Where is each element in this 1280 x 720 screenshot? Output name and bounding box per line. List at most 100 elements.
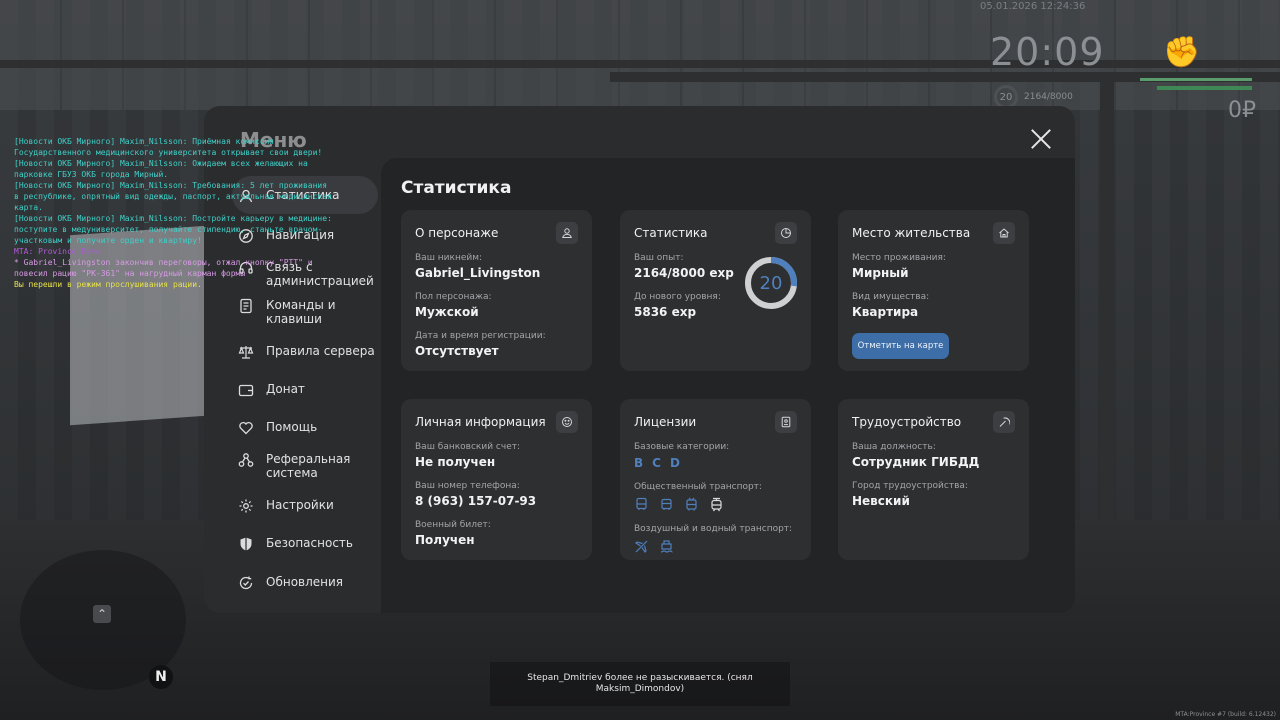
residence-label: Место проживания: [852,253,946,263]
sidebar-item-label: Безопасность [266,536,353,550]
health-bar [1140,78,1252,81]
hud-time: 20:09 [990,30,1105,74]
sidebar-item-updates[interactable]: Обновления [238,575,378,591]
north-indicator: N [149,665,173,689]
house-icon [993,222,1015,244]
scales-icon [238,344,254,360]
category-b: B [634,456,644,470]
card-personal: Личная информация Ваш банковский счет: Н… [401,399,592,560]
card-title: О персонаже [415,226,499,240]
residence-value: Мирный [852,266,909,280]
air-water-transport-label: Воздушный и водный транспорт: [634,524,793,534]
property-label: Вид имущества: [852,292,930,302]
registration-label: Дата и время регистрации: [415,331,546,341]
sidebar-item-label: Команды и клавиши [266,298,336,326]
air-water-transport-icons [634,539,797,554]
bank-value: Не получен [415,455,496,469]
sidebar-item-label: Донат [266,382,305,396]
nickname-value: Gabriel_Livingston [415,266,541,280]
tram-icon [711,497,722,512]
bank-label: Ваш банковский счет: [415,442,521,452]
gear-icon [238,498,254,514]
position-value: Сотрудник ГИБДД [852,455,980,469]
gender-value: Мужской [415,305,479,319]
position-label: Ваша должность: [852,442,936,452]
level-progress-ring: 20 [744,256,798,310]
public-transport-icons [634,497,797,512]
panel-title: Статистика [401,178,512,198]
chat-line: [Новости ОКБ Мирного] Maxim_Nilsson: При… [14,137,323,157]
pie-chart-icon [775,222,797,244]
refresh-check-icon [238,575,254,591]
armor-bar [1157,86,1252,90]
military-label: Военный билет: [415,520,491,530]
menu-window: Меню Статистика Навигация Связь с админи… [204,106,1075,613]
chat-line: Вы перешли в режим прослушивания рации. [14,280,202,289]
minimap: ⌃ N [20,550,186,690]
trolleybus-icon [686,497,697,511]
mark-on-map-button[interactable]: Отметить на карте [852,333,949,359]
pickaxe-icon [993,411,1015,433]
network-icon [238,452,254,468]
sidebar-item-commands[interactable]: Команды и клавиши [238,298,378,326]
sidebar-item-label: Правила сервера [266,344,375,358]
card-employment: Трудоустройство Ваша должность: Сотрудни… [838,399,1029,560]
hud-date: 05.01.2026 12:24:36 [980,1,1086,12]
card-title: Статистика [634,226,708,240]
ship-icon [660,540,673,553]
card-title: Место жительства [852,226,971,240]
license-categories: B C D [634,456,797,470]
wallet-icon [238,382,254,398]
card-licenses: Лицензии Базовые категории: B C D Общест… [620,399,811,560]
sidebar-item-rules[interactable]: Правила сервера [238,344,378,360]
card-title: Лицензии [634,415,697,429]
category-d: D [669,456,680,470]
level-number: 20 [759,272,783,294]
card-experience: Статистика Ваш опыт: 2164/8000 exp До но… [620,210,811,371]
support-pillar [1100,80,1114,520]
sidebar-item-security[interactable]: Безопасность [238,536,378,552]
chat-line: [Новости ОКБ Мирного] Maxim_Nilsson: Ожи… [14,159,308,179]
card-title: Трудоустройство [852,415,962,429]
chat-line: [Новости ОКБ Мирного] Maxim_Nilsson: Пос… [14,214,332,245]
user-icon [556,222,578,244]
airplane-icon [635,540,648,553]
sidebar-item-help[interactable]: Помощь [238,420,378,436]
registration-value: Отсутствует [415,344,499,358]
sidebar-item-label: Обновления [266,575,344,589]
sidebar-item-referral[interactable]: Реферальная система [238,452,378,480]
build-version: MTA:Province #7 (build: 6.12432) [1175,711,1276,718]
smile-icon [556,411,578,433]
player-arrow-icon: ⌃ [93,605,111,623]
nickname-label: Ваш никнейм: [415,253,483,263]
gender-label: Пол персонажа: [415,292,492,302]
statistics-panel: Статистика О персонаже Ваш никнейм: Gabr… [381,158,1075,613]
sidebar-item-settings[interactable]: Настройки [238,498,378,514]
chat-line: [Новости ОКБ Мирного] Maxim_Nilsson: Тре… [14,181,332,212]
public-transport-label: Общественный транспорт: [634,482,762,492]
document-icon [238,298,254,314]
hud-xp: 2164/8000 [1024,92,1073,102]
hud-money: 0₽ [1228,98,1256,123]
chat-log: [Новости ОКБ Мирного] Maxim_Nilsson: При… [14,136,334,290]
chat-line: * Gabriel_Livingston закончив переговоры… [14,258,313,278]
fist-icon: ✊ [1163,35,1201,70]
close-button[interactable] [1030,128,1052,150]
card-residence: Место жительства Место проживания: Мирны… [838,210,1029,371]
card-character: О персонаже Ваш никнейм: Gabriel_Livings… [401,210,592,371]
shield-icon [238,536,254,552]
work-city-value: Невский [852,494,910,508]
sidebar-item-label: Настройки [266,498,334,512]
hud-status-bars [1140,78,1252,90]
card-title: Личная информация [415,415,546,429]
property-value: Квартира [852,305,919,319]
base-categories-label: Базовые категории: [634,442,730,452]
bus-icon [661,498,672,510]
sidebar-item-label: Реферальная система [266,452,351,480]
notification-text: Stepan_Dmitriev более не разыскивается. … [490,662,790,706]
phone-value: 8 (963) 157-07-93 [415,494,537,508]
sidebar-item-donate[interactable]: Донат [238,382,378,398]
phone-label: Ваш номер телефона: [415,481,520,491]
category-c: C [652,456,661,470]
id-badge-icon [775,411,797,433]
